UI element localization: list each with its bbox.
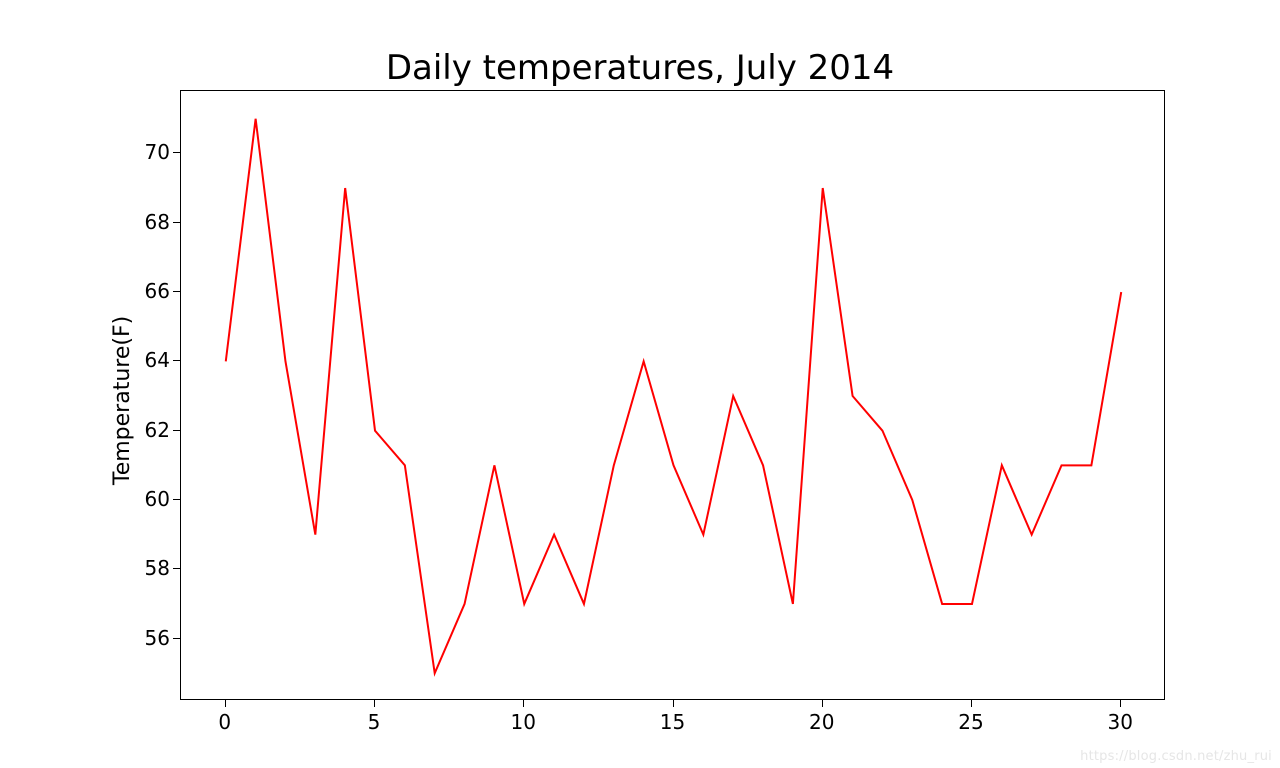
- y-tick-mark: [173, 499, 180, 500]
- y-tick-label: 58: [140, 556, 170, 580]
- chart-title: Daily temperatures, July 2014: [0, 48, 1280, 88]
- x-tick-mark: [673, 700, 674, 707]
- y-tick-mark: [173, 360, 180, 361]
- y-tick-label: 66: [140, 279, 170, 303]
- x-tick-label: 0: [218, 710, 231, 734]
- x-tick-mark: [225, 700, 226, 707]
- x-tick-label: 15: [660, 710, 685, 734]
- temperature-line: [226, 119, 1121, 674]
- figure: Daily temperatures, July 2014 Temperatur…: [0, 0, 1280, 768]
- line-series-svg: [181, 91, 1166, 701]
- y-tick-label: 68: [140, 210, 170, 234]
- x-tick-label: 20: [809, 710, 834, 734]
- x-tick-mark: [374, 700, 375, 707]
- x-tick-label: 30: [1107, 710, 1132, 734]
- y-tick-mark: [173, 291, 180, 292]
- y-axis-label: Temperature(F): [110, 316, 135, 485]
- y-tick-label: 70: [140, 140, 170, 164]
- y-tick-label: 60: [140, 487, 170, 511]
- plot-area: [180, 90, 1165, 700]
- y-tick-label: 62: [140, 418, 170, 442]
- x-tick-mark: [822, 700, 823, 707]
- y-tick-mark: [173, 638, 180, 639]
- y-tick-mark: [173, 568, 180, 569]
- y-tick-mark: [173, 222, 180, 223]
- y-tick-mark: [173, 152, 180, 153]
- x-tick-mark: [1120, 700, 1121, 707]
- x-tick-label: 5: [368, 710, 381, 734]
- y-tick-mark: [173, 430, 180, 431]
- x-tick-label: 25: [958, 710, 983, 734]
- y-tick-label: 64: [140, 348, 170, 372]
- x-tick-label: 10: [511, 710, 536, 734]
- watermark-text: https://blog.csdn.net/zhu_rui: [1080, 749, 1272, 764]
- y-tick-label: 56: [140, 626, 170, 650]
- x-tick-mark: [971, 700, 972, 707]
- x-tick-mark: [523, 700, 524, 707]
